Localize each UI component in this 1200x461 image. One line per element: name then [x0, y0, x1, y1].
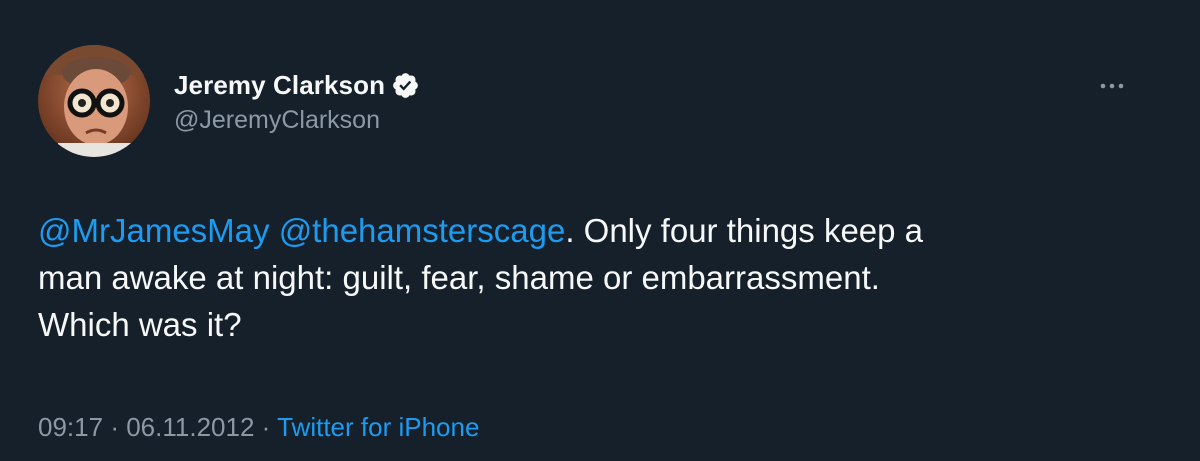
avatar-image — [38, 45, 150, 157]
author-display-name[interactable]: Jeremy Clarkson — [174, 70, 385, 101]
tweet-text-line-1: . Only four things keep a — [565, 212, 924, 249]
meta-separator: · — [261, 412, 271, 442]
tweet-text-line-3: Which was it? — [38, 306, 242, 343]
tweet-text: @MrJamesMay @thehamsterscage. Only four … — [38, 207, 1178, 348]
author-handle[interactable]: @JeremyClarkson — [174, 106, 380, 135]
verified-badge-icon — [391, 71, 420, 100]
mention-link[interactable]: @thehamsterscage — [279, 212, 566, 249]
author-avatar[interactable] — [38, 45, 150, 157]
tweet-text-line-2: man awake at night: guilt, fear, shame o… — [38, 259, 880, 296]
tweet-date[interactable]: 06.11.2012 — [126, 412, 254, 442]
meta-separator: · — [110, 412, 119, 442]
more-options-icon[interactable] — [1097, 74, 1127, 98]
tweet-card: Jeremy Clarkson @JeremyClarkson @MrJames… — [0, 0, 1200, 461]
mention-link[interactable]: @MrJamesMay — [38, 212, 270, 249]
tweet-time[interactable]: 09:17 — [38, 412, 103, 442]
tweet-source-link[interactable]: Twitter for iPhone — [277, 412, 479, 442]
author-name-row: Jeremy Clarkson — [174, 68, 420, 102]
tweet-meta: 09:17 · 06.11.2012 · Twitter for iPhone — [38, 412, 479, 443]
